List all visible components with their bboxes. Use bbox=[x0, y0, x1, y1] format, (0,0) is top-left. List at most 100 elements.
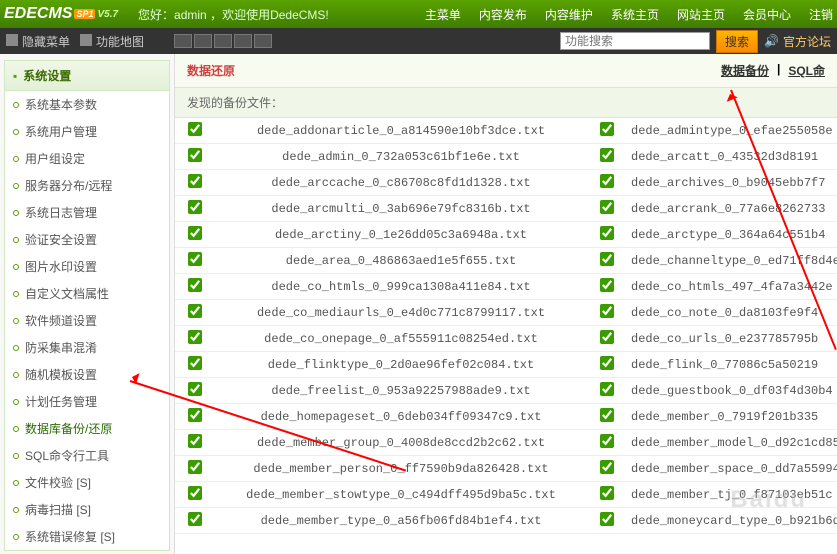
file-checkbox[interactable] bbox=[188, 252, 202, 266]
file-checkbox[interactable] bbox=[600, 382, 614, 396]
sidebar-item-label: 系统基本参数 bbox=[25, 96, 97, 113]
logo-version: V5.7 bbox=[97, 9, 118, 20]
file-checkbox[interactable] bbox=[188, 512, 202, 526]
file-checkbox[interactable] bbox=[188, 460, 202, 474]
file-checkbox[interactable] bbox=[600, 174, 614, 188]
file-checkbox[interactable] bbox=[600, 122, 614, 136]
sidebar-item[interactable]: 文件校验 [S] bbox=[5, 469, 169, 496]
mini-tab[interactable] bbox=[174, 34, 192, 48]
sidebar-item[interactable]: 系统基本参数 bbox=[5, 91, 169, 118]
sidebar-item[interactable]: 系统日志管理 bbox=[5, 199, 169, 226]
mini-tab[interactable] bbox=[234, 34, 252, 48]
file-name: dede_arcatt_0_43532d3d8191 bbox=[627, 146, 837, 168]
file-checkbox[interactable] bbox=[600, 148, 614, 162]
collapse-icon bbox=[6, 34, 18, 46]
sidebar-item[interactable]: 系统错误修复 [S] bbox=[5, 523, 169, 550]
file-checkbox[interactable] bbox=[600, 330, 614, 344]
file-checkbox[interactable] bbox=[600, 408, 614, 422]
file-name: dede_guestbook_0_df03f4d30b4 bbox=[627, 380, 837, 402]
sidebar-item[interactable]: 计划任务管理 bbox=[5, 388, 169, 415]
file-checkbox[interactable] bbox=[600, 226, 614, 240]
forum-link[interactable]: 🔊官方论坛 bbox=[764, 33, 831, 50]
link-backup[interactable]: 数据备份 bbox=[721, 62, 769, 79]
file-checkbox[interactable] bbox=[600, 486, 614, 500]
logo-sp-tag: SP1 bbox=[74, 9, 95, 19]
file-checkbox[interactable] bbox=[188, 330, 202, 344]
sidebar-item[interactable]: 防采集串混淆 bbox=[5, 334, 169, 361]
sidebar-item-label: 系统日志管理 bbox=[25, 204, 97, 221]
mini-tab[interactable] bbox=[214, 34, 232, 48]
hide-menu-btn[interactable]: 隐藏菜单 bbox=[6, 33, 70, 50]
sidebar-item[interactable]: SQL命令行工具 bbox=[5, 442, 169, 469]
file-checkbox[interactable] bbox=[188, 200, 202, 214]
file-checkbox[interactable] bbox=[600, 278, 614, 292]
file-checkbox[interactable] bbox=[188, 356, 202, 370]
file-checkbox[interactable] bbox=[600, 200, 614, 214]
file-checkbox[interactable] bbox=[188, 408, 202, 422]
file-name: dede_arcmulti_0_3ab696e79fc8316b.txt bbox=[215, 198, 587, 220]
bullet-icon bbox=[13, 372, 19, 378]
file-name: dede_area_0_486863aed1e5f655.txt bbox=[215, 250, 587, 272]
sidebar-item-label: 系统用户管理 bbox=[25, 123, 97, 140]
file-checkbox[interactable] bbox=[600, 252, 614, 266]
bullet-icon bbox=[13, 399, 19, 405]
top-header: EDECMS SP1 V5.7 您好：admin ，欢迎使用DedeCMS! 主… bbox=[0, 0, 837, 28]
sidebar-item[interactable]: 随机模板设置 bbox=[5, 361, 169, 388]
file-checkbox[interactable] bbox=[188, 226, 202, 240]
file-checkbox[interactable] bbox=[600, 512, 614, 526]
file-name: dede_flink_0_77086c5a50219 bbox=[627, 354, 837, 376]
sidebar-item[interactable]: 验证安全设置 bbox=[5, 226, 169, 253]
file-checkbox[interactable] bbox=[188, 304, 202, 318]
sidebar-item[interactable]: 病毒扫描 [S] bbox=[5, 496, 169, 523]
content-area: 数据还原 数据备份 | SQL命 发现的备份文件： dede_addonarti… bbox=[175, 54, 837, 554]
sidebar-item[interactable]: 数据库备份/还原 bbox=[5, 415, 169, 442]
table-row: dede_co_htmls_0_999ca1308a411e84.txtdede… bbox=[175, 274, 837, 300]
bullet-icon bbox=[13, 102, 19, 108]
sidebar-item[interactable]: 自定义文档属性 bbox=[5, 280, 169, 307]
sidebar-item[interactable]: 用户组设定 bbox=[5, 145, 169, 172]
sidebar-item-label: 图片水印设置 bbox=[25, 258, 97, 275]
content-header: 数据还原 数据备份 | SQL命 bbox=[175, 54, 837, 88]
file-name: dede_channeltype_0_ed71ff8d4e bbox=[627, 250, 837, 272]
mini-tab[interactable] bbox=[254, 34, 272, 48]
file-checkbox[interactable] bbox=[188, 174, 202, 188]
bullet-icon bbox=[13, 345, 19, 351]
file-name: dede_admintype_0_efae255058e bbox=[627, 120, 837, 142]
sidebar-item[interactable]: 图片水印设置 bbox=[5, 253, 169, 280]
file-checkbox[interactable] bbox=[600, 356, 614, 370]
menu-site-home[interactable]: 网站主页 bbox=[677, 6, 725, 23]
file-checkbox[interactable] bbox=[600, 434, 614, 448]
search-button[interactable]: 搜索 bbox=[716, 30, 758, 53]
link-sql[interactable]: SQL命 bbox=[788, 62, 825, 79]
menu-system-home[interactable]: 系统主页 bbox=[611, 6, 659, 23]
search-input[interactable] bbox=[560, 32, 710, 50]
table-row: dede_arccache_0_c86708c8fd1d1328.txtdede… bbox=[175, 170, 837, 196]
bullet-icon bbox=[13, 237, 19, 243]
menu-publish[interactable]: 内容发布 bbox=[479, 6, 527, 23]
file-name: dede_archives_0_b9045ebb7f7 bbox=[627, 172, 837, 194]
file-name: dede_member_stowtype_0_c494dff495d9ba5c.… bbox=[215, 484, 587, 506]
menu-main[interactable]: 主菜单 bbox=[425, 6, 461, 23]
file-checkbox[interactable] bbox=[600, 460, 614, 474]
sidebar-item[interactable]: 软件频道设置 bbox=[5, 307, 169, 334]
menu-member[interactable]: 会员中心 bbox=[743, 6, 791, 23]
function-map-btn[interactable]: 功能地图 bbox=[80, 33, 144, 50]
file-checkbox[interactable] bbox=[188, 122, 202, 136]
file-name: dede_homepageset_0_6deb034ff09347c9.txt bbox=[215, 406, 587, 428]
file-checkbox[interactable] bbox=[188, 434, 202, 448]
file-checkbox[interactable] bbox=[600, 304, 614, 318]
file-checkbox[interactable] bbox=[188, 486, 202, 500]
file-checkbox[interactable] bbox=[188, 382, 202, 396]
file-checkbox[interactable] bbox=[188, 278, 202, 292]
table-row: dede_member_person_0_ff7590b9da826428.tx… bbox=[175, 456, 837, 482]
sidebar-section-system[interactable]: 系统设置 bbox=[5, 61, 169, 91]
file-name: dede_co_urls_0_e237785795b bbox=[627, 328, 837, 350]
sidebar-item[interactable]: 服务器分布/远程 bbox=[5, 172, 169, 199]
menu-logout[interactable]: 注销 bbox=[809, 6, 833, 23]
mini-tab[interactable] bbox=[194, 34, 212, 48]
table-row: dede_arcmulti_0_3ab696e79fc8316b.txtdede… bbox=[175, 196, 837, 222]
file-checkbox[interactable] bbox=[188, 148, 202, 162]
sidebar-item[interactable]: 系统用户管理 bbox=[5, 118, 169, 145]
file-name: dede_member_0_7919f201b335 bbox=[627, 406, 837, 428]
menu-maintain[interactable]: 内容维护 bbox=[545, 6, 593, 23]
